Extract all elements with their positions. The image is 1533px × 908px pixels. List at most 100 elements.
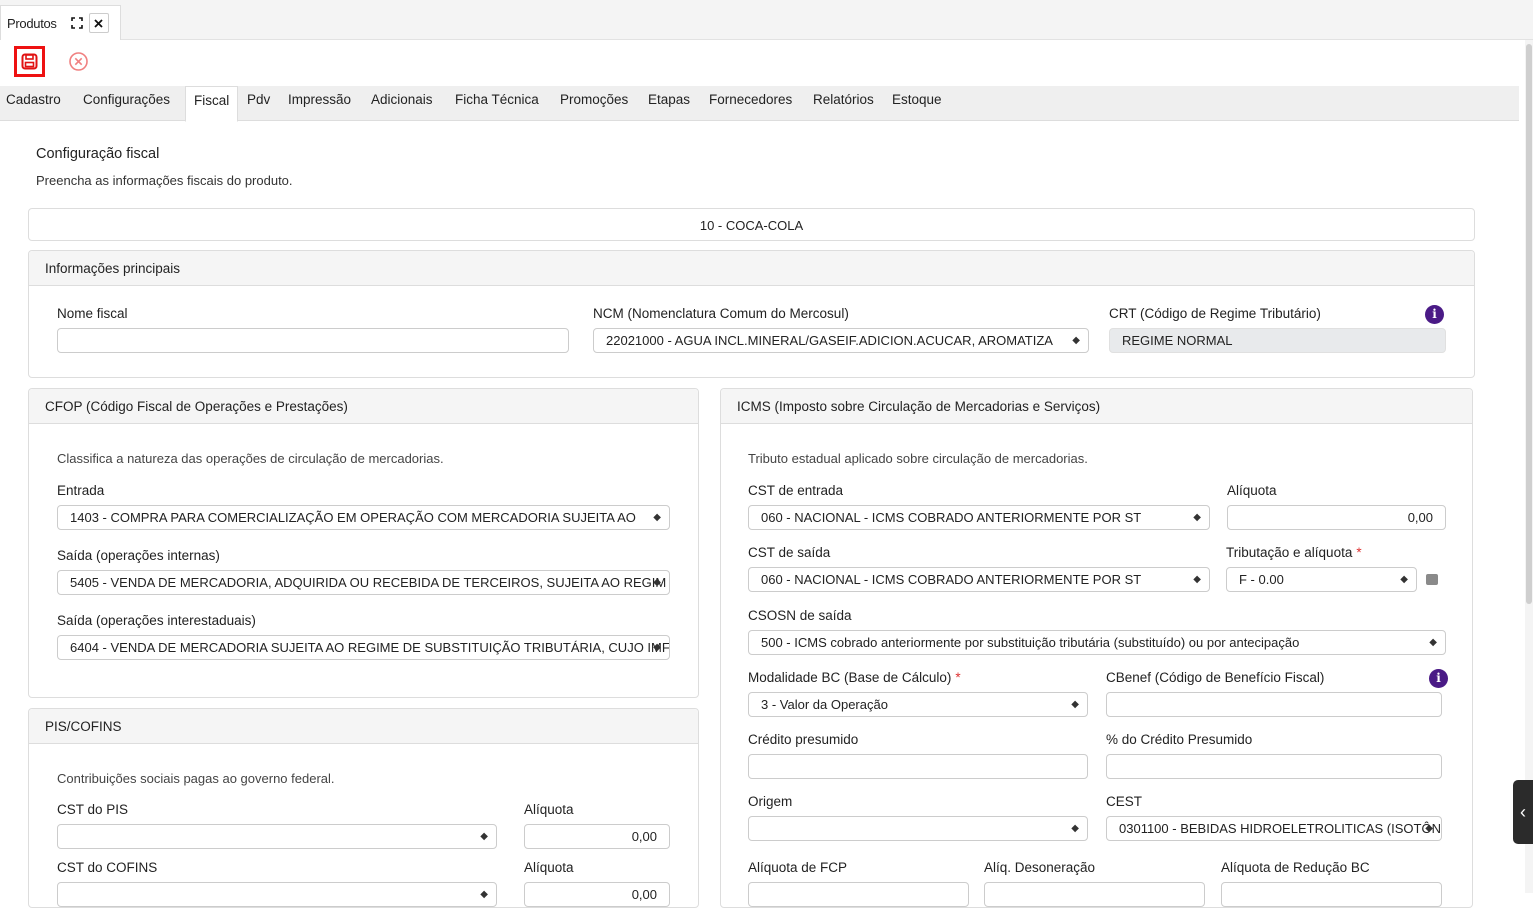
aliquota-reducao-bc-label: Alíquota de Redução BC [1221, 860, 1370, 875]
side-panel-toggle[interactable]: ‹ [1513, 780, 1533, 844]
modalidade-bc-select[interactable]: 3 - Valor da Operação ◆ [748, 692, 1088, 717]
tributacao-aliquota-value: F - 0.00 [1239, 572, 1284, 587]
expand-icon[interactable] [67, 13, 87, 33]
select-arrows-icon: ◆ [1425, 823, 1433, 834]
aliquota-desoneracao-input[interactable] [984, 882, 1205, 907]
tab-impressao[interactable]: Impressão [282, 86, 365, 121]
cbenef-input[interactable] [1106, 692, 1442, 717]
select-arrows-icon: ◆ [1071, 699, 1079, 710]
ncm-value: 22021000 - AGUA INCL.MINERAL/GASEIF.ADIC… [606, 333, 1053, 348]
cfop-header: CFOP (Código Fiscal de Operações e Prest… [29, 389, 698, 424]
pis-cofins-card: PIS/COFINS [28, 708, 699, 908]
select-arrows-icon: ◆ [1193, 574, 1201, 585]
product-banner: 10 - COCA-COLA [28, 208, 1475, 241]
aliquota-cofins-label: Alíquota [524, 860, 574, 875]
tab-promocoes[interactable]: Promoções [554, 86, 642, 121]
select-arrows-icon: ◆ [653, 642, 661, 653]
cest-select[interactable]: 0301100 - BEBIDAS HIDROELETROLITICAS (IS… [1106, 816, 1442, 841]
document-tab-title: Produtos [7, 15, 57, 31]
cfop-saida-internas-select[interactable]: 5405 - VENDA DE MERCADORIA, ADQUIRIDA OU… [57, 570, 670, 595]
cst-pis-label: CST do PIS [57, 802, 129, 817]
tab-etapas[interactable]: Etapas [642, 86, 703, 121]
credito-presumido-input[interactable] [748, 754, 1088, 779]
document-tabbar: Produtos [0, 0, 1533, 40]
select-arrows-icon: ◆ [480, 831, 488, 842]
nome-fiscal-label: Nome fiscal [57, 306, 128, 321]
info-principal-header: Informações principais [29, 251, 1474, 286]
cfop-saida-interestaduais-select[interactable]: 6404 - VENDA DE MERCADORIA SUJEITA AO RE… [57, 635, 670, 660]
close-icon[interactable] [88, 13, 109, 33]
page-scrollbar[interactable] [1525, 40, 1533, 893]
crt-info-icon[interactable]: i [1425, 305, 1444, 324]
tab-fornecedores[interactable]: Fornecedores [703, 86, 807, 121]
modalidade-bc-label: Modalidade BC (Base de Cálculo) * [748, 670, 961, 685]
csosn-saida-label: CSOSN de saída [748, 608, 852, 623]
nome-fiscal-input[interactable] [57, 328, 569, 353]
cfop-saida-interestaduais-value: 6404 - VENDA DE MERCADORIA SUJEITA AO RE… [70, 640, 670, 655]
cest-value: 0301100 - BEBIDAS HIDROELETROLITICAS (IS… [1119, 821, 1442, 836]
crt-field: REGIME NORMAL [1109, 328, 1446, 353]
select-arrows-icon: ◆ [1193, 512, 1201, 523]
tab-ficha-tecnica[interactable]: Ficha Técnica [449, 86, 554, 121]
cest-label: CEST [1106, 794, 1143, 809]
cst-entrada-select[interactable]: 060 - NACIONAL - ICMS COBRADO ANTERIORME… [748, 505, 1210, 530]
tab-estoque[interactable]: Estoque [886, 86, 956, 121]
select-arrows-icon: ◆ [1429, 637, 1437, 648]
tab-relatorios[interactable]: Relatórios [807, 86, 886, 121]
cancel-button[interactable] [68, 51, 89, 72]
aliquota-reducao-bc-input[interactable] [1221, 882, 1442, 907]
calculator-icon[interactable] [1426, 574, 1438, 585]
cst-cofins-label: CST do COFINS [57, 860, 158, 875]
tab-pdv[interactable]: Pdv [241, 86, 282, 121]
aliquota-fcp-input[interactable] [748, 882, 969, 907]
aliquota-cofins-input[interactable]: 0,00 [524, 882, 670, 907]
tab-adicionais[interactable]: Adicionais [365, 86, 449, 121]
origem-label: Origem [748, 794, 793, 809]
aliquota-desoneracao-label: Alíq. Desoneração [984, 860, 1096, 875]
ncm-select[interactable]: 22021000 - AGUA INCL.MINERAL/GASEIF.ADIC… [593, 328, 1089, 353]
pct-credito-presumido-label: % do Crédito Presumido [1106, 732, 1253, 747]
document-tab-produtos[interactable]: Produtos [0, 5, 121, 40]
pis-cofins-header: PIS/COFINS [29, 709, 698, 744]
cst-cofins-select[interactable]: ◆ [57, 882, 497, 907]
aliquota-pis-input[interactable]: 0,00 [524, 824, 670, 849]
csosn-saida-value: 500 - ICMS cobrado anteriormente por sub… [761, 635, 1300, 650]
tab-cadastro[interactable]: Cadastro [0, 86, 77, 121]
aliquota-pis-label: Alíquota [524, 802, 574, 817]
section-tabs: Cadastro Configurações Fiscal Pdv Impres… [0, 86, 1519, 122]
credito-presumido-label: Crédito presumido [748, 732, 859, 747]
icms-description: Tributo estadual aplicado sobre circulaç… [748, 451, 1088, 466]
cst-pis-select[interactable]: ◆ [57, 824, 497, 849]
select-arrows-icon: ◆ [1072, 335, 1080, 346]
scrollbar-thumb[interactable] [1526, 44, 1532, 604]
crt-label: CRT (Código de Regime Tributário) [1109, 306, 1321, 321]
tab-fiscal[interactable]: Fiscal [185, 86, 238, 122]
tab-configuracoes[interactable]: Configurações [77, 86, 185, 121]
page-subtitle: Preencha as informações fiscais do produ… [36, 173, 293, 188]
csosn-saida-select[interactable]: 500 - ICMS cobrado anteriormente por sub… [748, 630, 1446, 655]
select-arrows-icon: ◆ [480, 889, 488, 900]
page-title: Configuração fiscal [36, 146, 160, 162]
cfop-saida-interestaduais-label: Saída (operações interestaduais) [57, 613, 256, 628]
select-arrows-icon: ◆ [1400, 574, 1408, 585]
cbenef-info-icon[interactable]: i [1429, 669, 1448, 688]
cfop-entrada-label: Entrada [57, 483, 105, 498]
cfop-entrada-value: 1403 - COMPRA PARA COMERCIALIZAÇÃO EM OP… [70, 510, 636, 525]
ncm-label: NCM (Nomenclatura Comum do Mercosul) [593, 306, 849, 321]
cfop-saida-internas-label: Saída (operações internas) [57, 548, 220, 563]
tributacao-aliquota-select[interactable]: F - 0.00 ◆ [1226, 567, 1417, 592]
save-button[interactable] [14, 46, 45, 77]
origem-select[interactable]: ◆ [748, 816, 1088, 841]
cst-saida-value: 060 - NACIONAL - ICMS COBRADO ANTERIORME… [761, 572, 1142, 587]
cfop-entrada-select[interactable]: 1403 - COMPRA PARA COMERCIALIZAÇÃO EM OP… [57, 505, 670, 530]
pct-credito-presumido-input[interactable] [1106, 754, 1442, 779]
cst-saida-label: CST de saída [748, 545, 831, 560]
circle-x-icon [69, 52, 88, 71]
icms-aliquota-input[interactable]: 0,00 [1227, 505, 1446, 530]
toolbar [0, 40, 1525, 86]
cst-entrada-value: 060 - NACIONAL - ICMS COBRADO ANTERIORME… [761, 510, 1142, 525]
icms-aliquota-label: Alíquota [1227, 483, 1277, 498]
cst-saida-select[interactable]: 060 - NACIONAL - ICMS COBRADO ANTERIORME… [748, 567, 1210, 592]
cfop-description: Classifica a natureza das operações de c… [57, 451, 444, 466]
icms-header: ICMS (Imposto sobre Circulação de Mercad… [721, 389, 1472, 424]
